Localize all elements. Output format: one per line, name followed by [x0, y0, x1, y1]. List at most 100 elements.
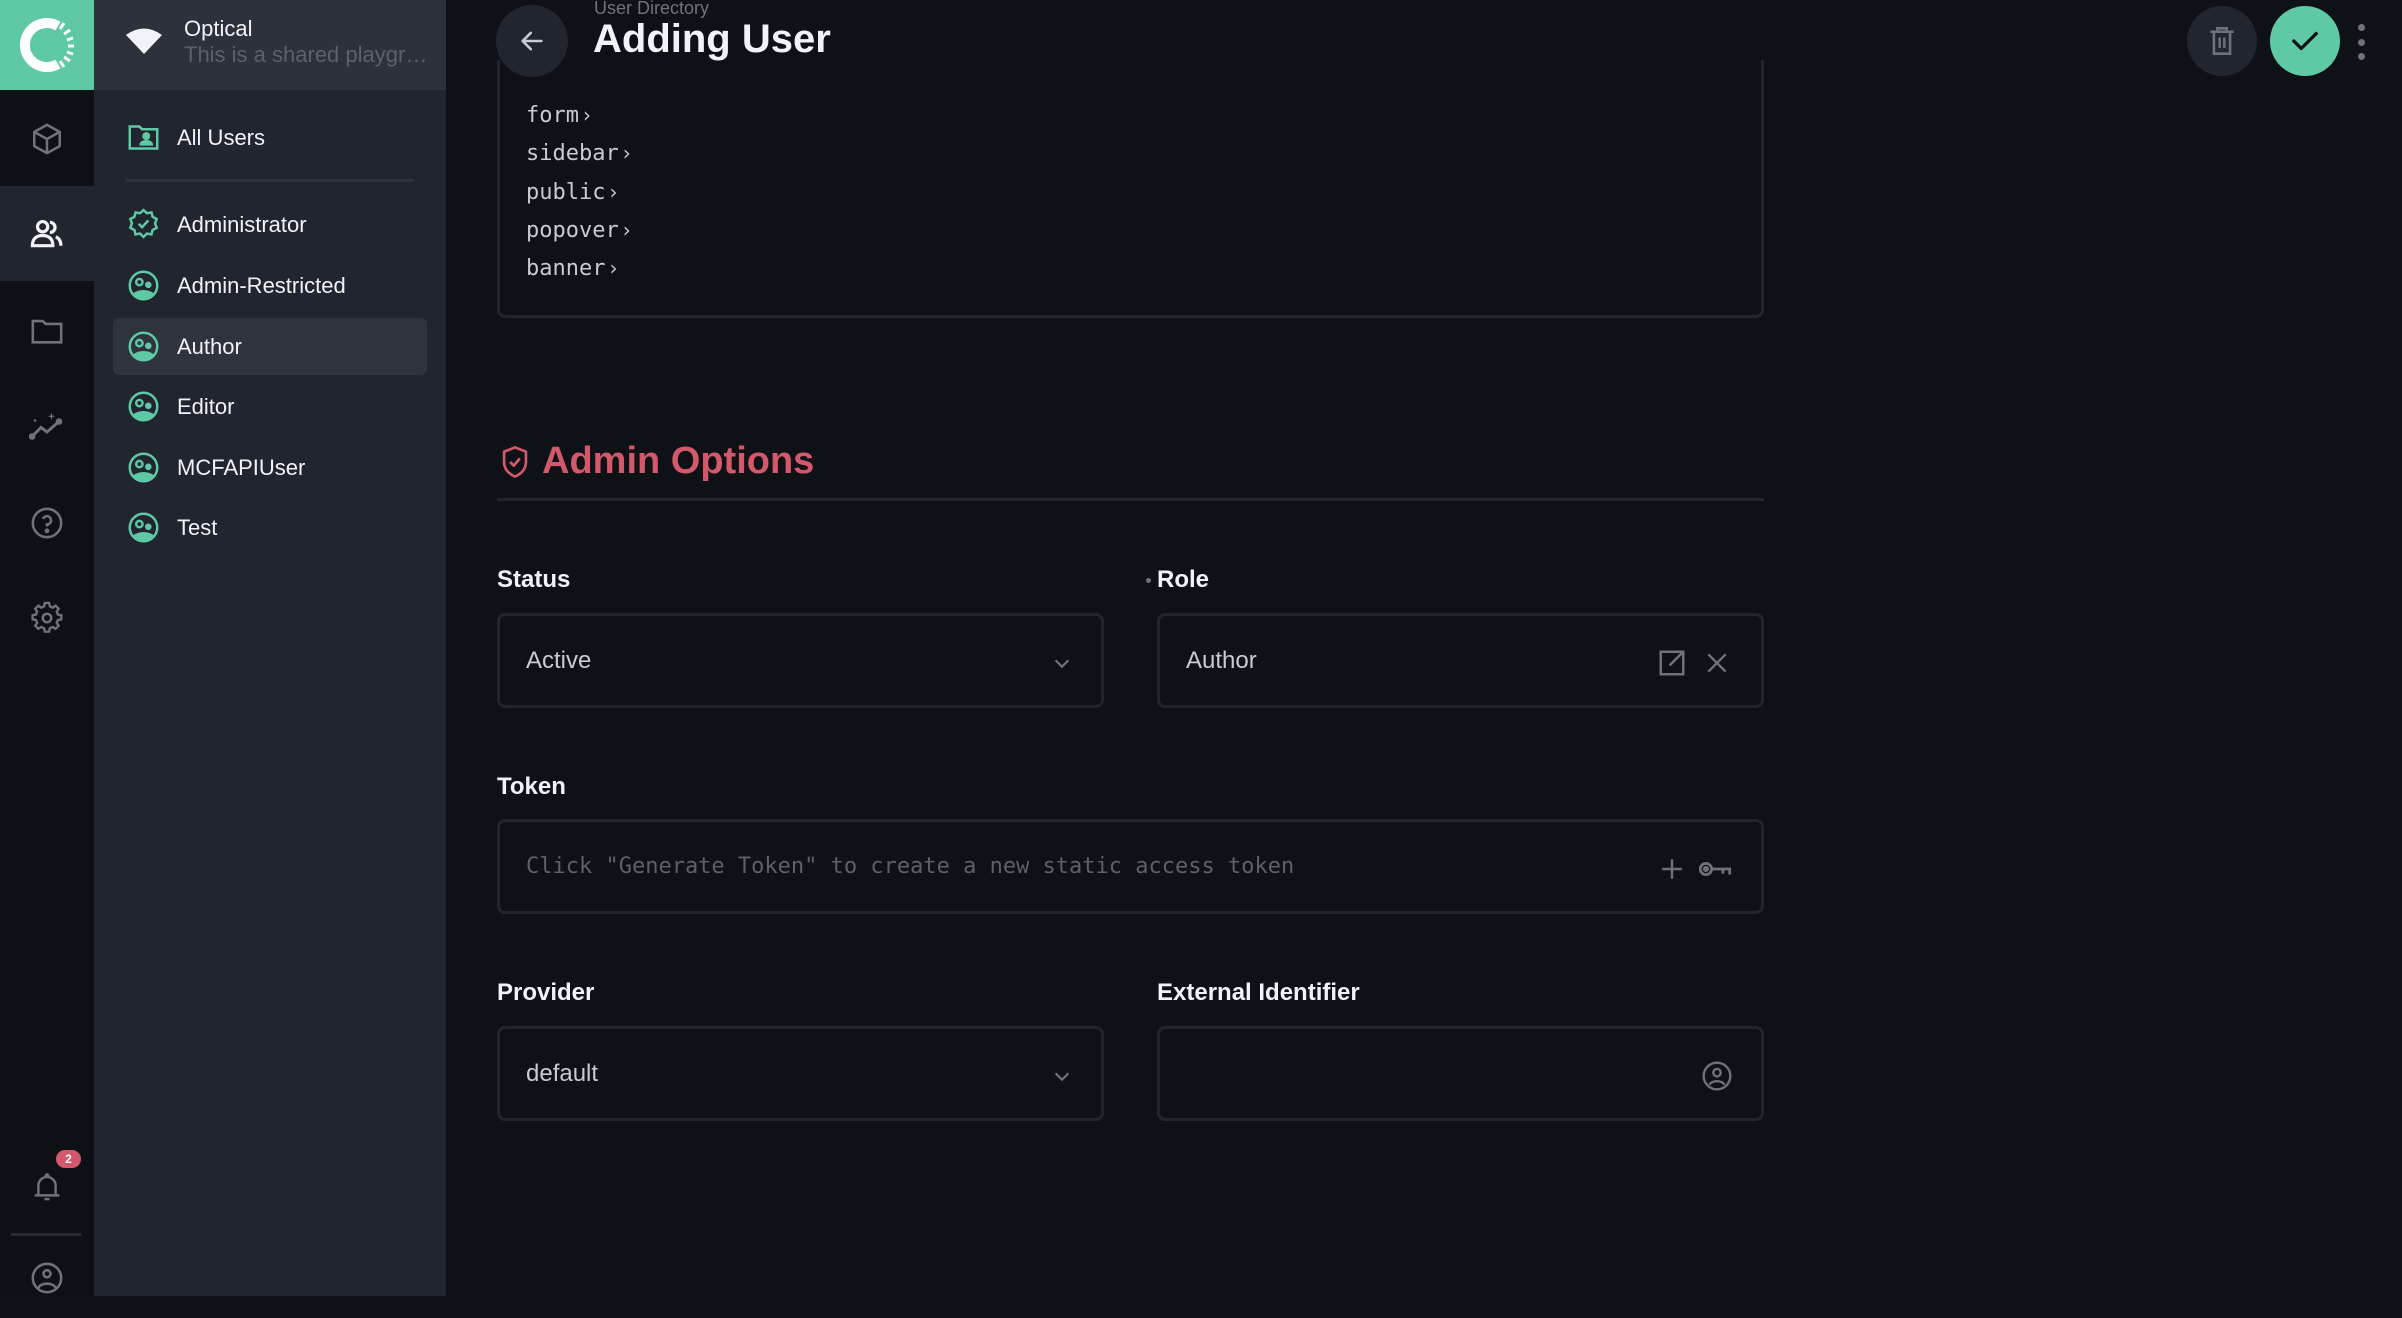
nav-item-label: Editor — [177, 393, 235, 419]
trash-icon — [2210, 27, 2234, 55]
external-identifier-input[interactable] — [1157, 1026, 1764, 1121]
shield-check-icon — [502, 445, 528, 478]
project-description: This is a shared playground — [184, 42, 439, 67]
save-button[interactable] — [2270, 6, 2340, 76]
more-dot-icon — [2357, 24, 2365, 31]
key-icon[interactable] — [1698, 852, 1732, 886]
logo-icon — [19, 18, 74, 72]
notification-count-badge: 2 — [56, 1150, 81, 1168]
role-field[interactable]: Author — [1157, 613, 1764, 708]
nav-divider — [126, 179, 414, 182]
chevron-right-icon: › — [622, 218, 631, 242]
status-value: Active — [526, 646, 592, 674]
clear-icon[interactable] — [1700, 646, 1734, 680]
module-bar: 2 — [0, 0, 94, 1296]
user-avatar-icon — [31, 1262, 63, 1294]
chevron-right-icon: › — [582, 103, 591, 127]
nav-item-label: MCFAPIUser — [177, 454, 306, 480]
code-tree-item[interactable]: sidebar › — [526, 141, 631, 166]
rail-item-help[interactable] — [0, 475, 94, 570]
nav-item-administrator[interactable]: Administrator — [113, 196, 427, 253]
nav-item-label: Author — [177, 333, 242, 359]
code-tree-item[interactable]: banner › — [526, 256, 617, 281]
rail-item-insights[interactable] — [0, 378, 94, 473]
folder-user-icon — [128, 125, 159, 150]
rail-divider — [11, 1233, 81, 1236]
more-dot-icon — [2357, 38, 2365, 46]
nav-item-editor[interactable]: Editor — [113, 378, 427, 435]
code-tree-item[interactable]: popover › — [526, 218, 631, 243]
code-tree-label: form — [526, 103, 579, 128]
rail-item-settings[interactable] — [0, 570, 94, 665]
users-circle-icon — [128, 270, 159, 301]
arrow-left-icon — [521, 31, 543, 51]
cube-icon — [32, 123, 62, 154]
rail-item-user-directory[interactable] — [0, 186, 94, 281]
check-icon — [2292, 31, 2318, 51]
badge-check-icon — [128, 208, 159, 239]
provider-label: Provider — [497, 979, 595, 1006]
required-indicator — [1146, 578, 1151, 583]
delete-button[interactable] — [2187, 6, 2257, 76]
section-divider — [497, 498, 1764, 501]
token-label: Token — [497, 773, 566, 800]
status-label: Status — [497, 566, 571, 593]
generate-token-button[interactable] — [1655, 852, 1689, 886]
back-button[interactable] — [496, 5, 568, 77]
chevron-right-icon: › — [609, 256, 618, 280]
code-tree-label: popover — [526, 218, 619, 243]
code-tree-label: banner — [526, 256, 606, 281]
nav-item-admin-restricted[interactable]: Admin-Restricted — [113, 257, 427, 314]
gear-icon — [31, 601, 63, 633]
nav-item-label: Test — [177, 514, 218, 540]
user-menu-button[interactable] — [0, 1238, 94, 1318]
open-external-icon[interactable] — [1655, 646, 1689, 680]
nav-item-mcfapiuser[interactable]: MCFAPIUser — [113, 439, 427, 496]
user-circle-icon — [1700, 1059, 1734, 1093]
folder-icon — [31, 319, 63, 344]
nav-item-label: All Users — [177, 124, 266, 150]
project-wifi-icon — [126, 28, 162, 54]
nav-item-label: Admin-Restricted — [177, 272, 346, 298]
navigation-panel: Optical This is a shared playground All … — [94, 0, 446, 1296]
users-circle-icon — [128, 391, 159, 422]
provider-value: default — [526, 1059, 599, 1087]
app-logo[interactable] — [0, 0, 94, 90]
more-dot-icon — [2357, 53, 2365, 60]
token-field[interactable]: Click "Generate Token" to create a new s… — [497, 819, 1764, 914]
nav-item-author[interactable]: Author — [113, 318, 427, 375]
rail-item-files[interactable] — [0, 283, 94, 378]
nav-item-label: Administrator — [177, 211, 307, 237]
rail-item-content[interactable] — [0, 91, 94, 186]
users-circle-icon — [128, 512, 159, 543]
nav-item-all-users[interactable]: All Users — [113, 109, 427, 166]
chevron-right-icon: › — [609, 180, 618, 204]
project-header[interactable]: Optical This is a shared playground — [94, 0, 446, 90]
token-placeholder: Click "Generate Token" to create a new s… — [526, 854, 1295, 879]
admin-options-heading: Admin Options — [500, 440, 814, 483]
chart-sparkle-icon — [29, 412, 63, 440]
users-circle-icon — [128, 331, 159, 362]
users-circle-icon — [128, 452, 159, 483]
code-tree-item[interactable]: form › — [526, 103, 591, 128]
plus-icon — [1662, 859, 1682, 879]
code-tree-item[interactable]: public › — [526, 180, 617, 205]
bell-icon — [34, 1172, 60, 1200]
nav-item-test[interactable]: Test — [113, 499, 427, 556]
status-select[interactable]: Active — [497, 613, 1104, 708]
help-circle-icon — [31, 507, 63, 538]
chevron-down-icon — [1045, 646, 1079, 680]
section-title-text: Admin Options — [542, 440, 815, 482]
role-value: Author — [1186, 646, 1257, 674]
users-icon — [30, 219, 63, 247]
code-tree-label: public — [526, 180, 606, 205]
chevron-down-icon — [1045, 1059, 1079, 1093]
more-options-button[interactable] — [2352, 24, 2370, 60]
page-title: Adding User — [593, 17, 831, 61]
code-tree-box — [497, 60, 1764, 318]
code-tree-label: sidebar — [526, 141, 619, 166]
external-identifier-label: External Identifier — [1157, 979, 1360, 1006]
project-name: Optical — [184, 16, 253, 41]
role-label: Role — [1157, 566, 1210, 593]
provider-select[interactable]: default — [497, 1026, 1104, 1121]
